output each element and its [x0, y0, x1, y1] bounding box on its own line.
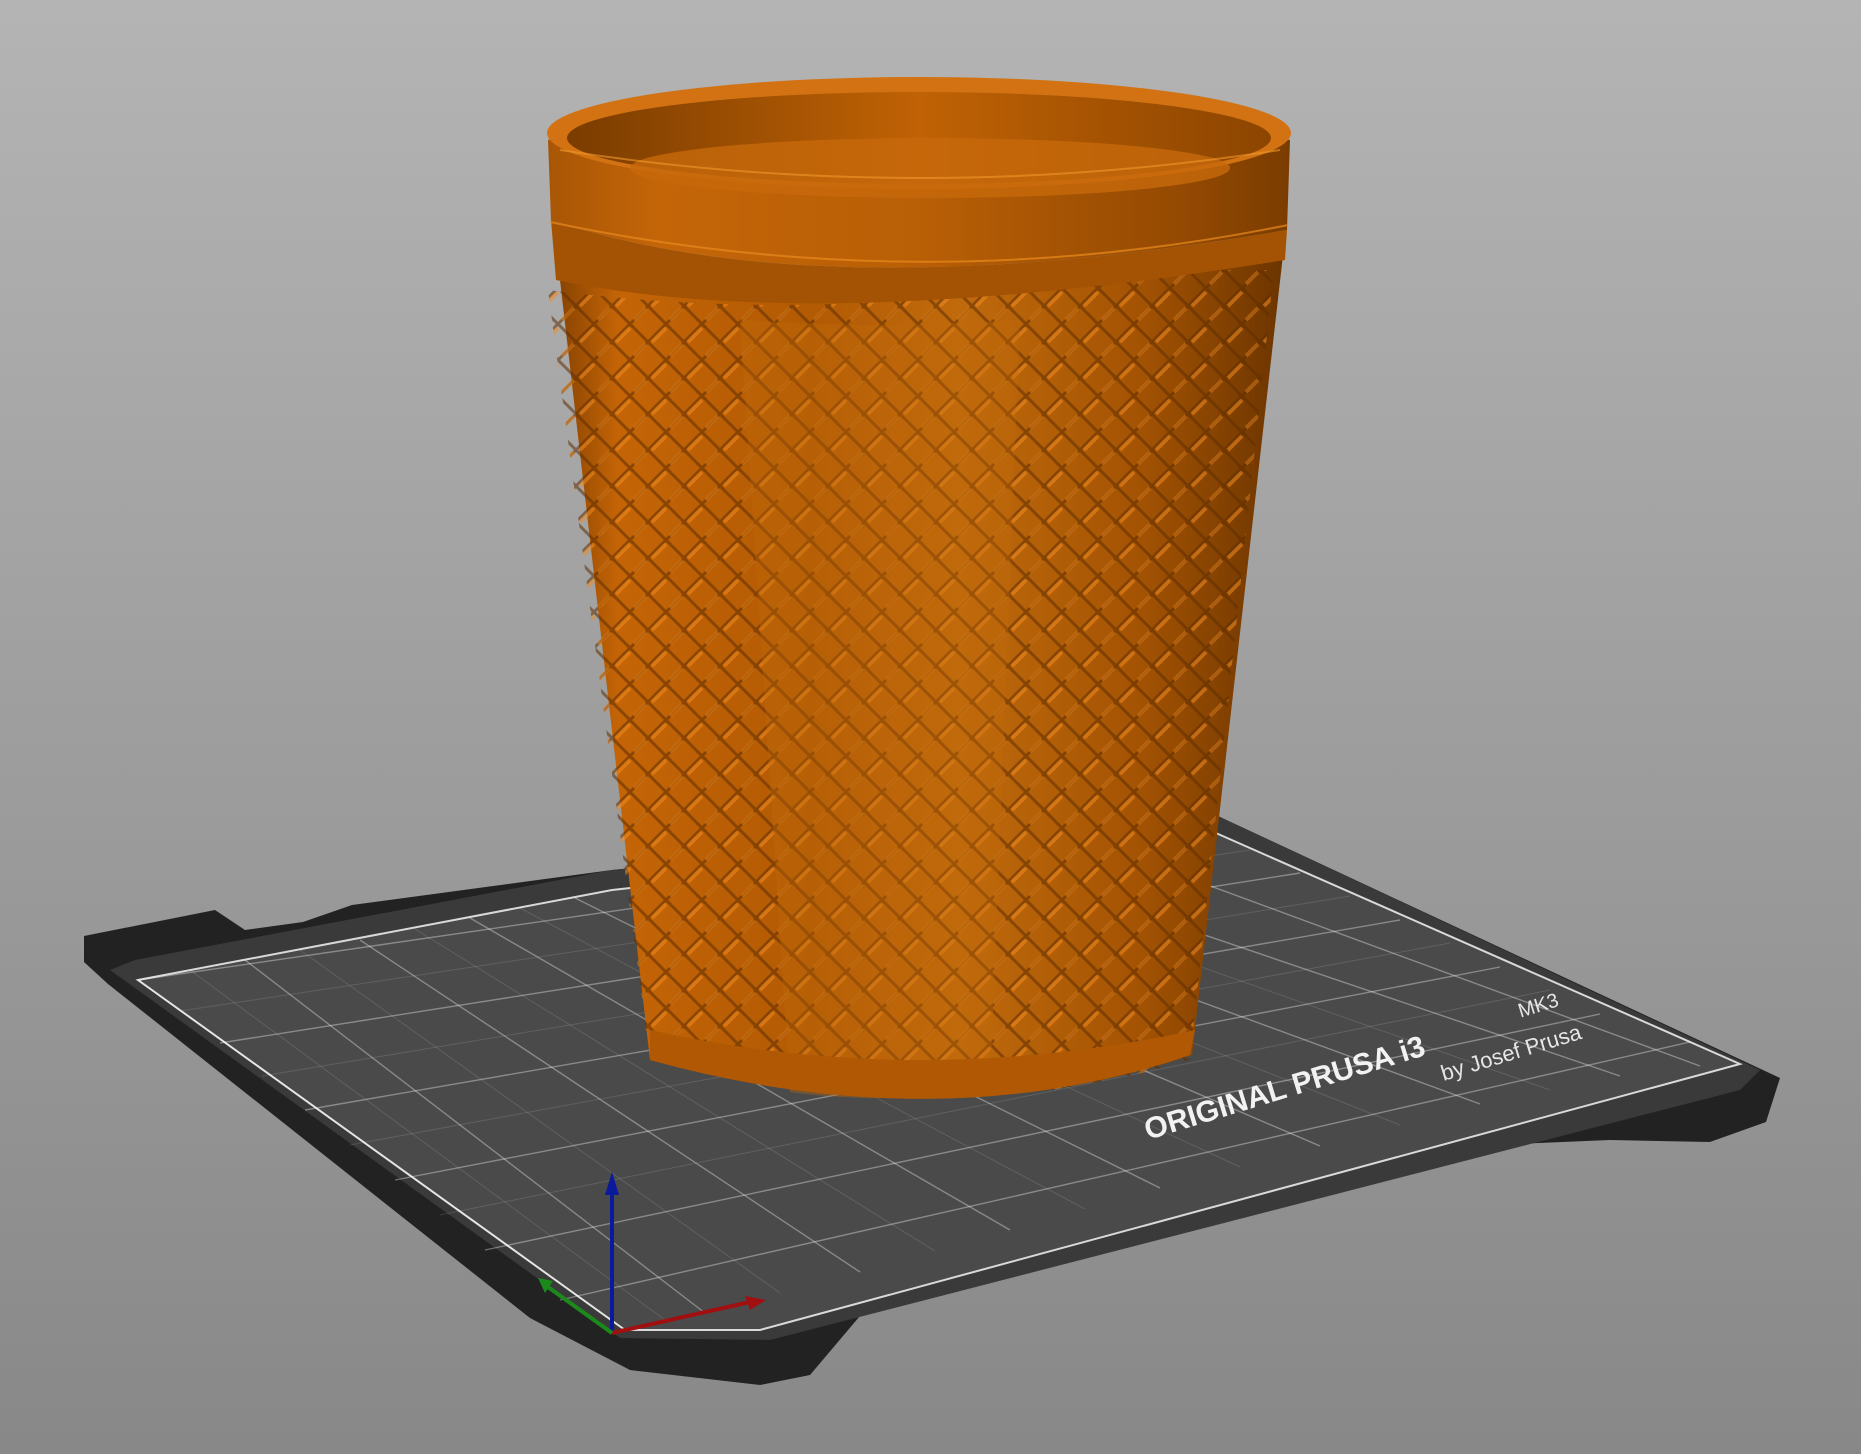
- 3d-viewport[interactable]: ORIGINAL PRUSA i3 MK3 by Josef Prusa: [0, 0, 1861, 1454]
- cup-model[interactable]: [540, 77, 1300, 1099]
- scene-canvas[interactable]: ORIGINAL PRUSA i3 MK3 by Josef Prusa: [0, 0, 1861, 1454]
